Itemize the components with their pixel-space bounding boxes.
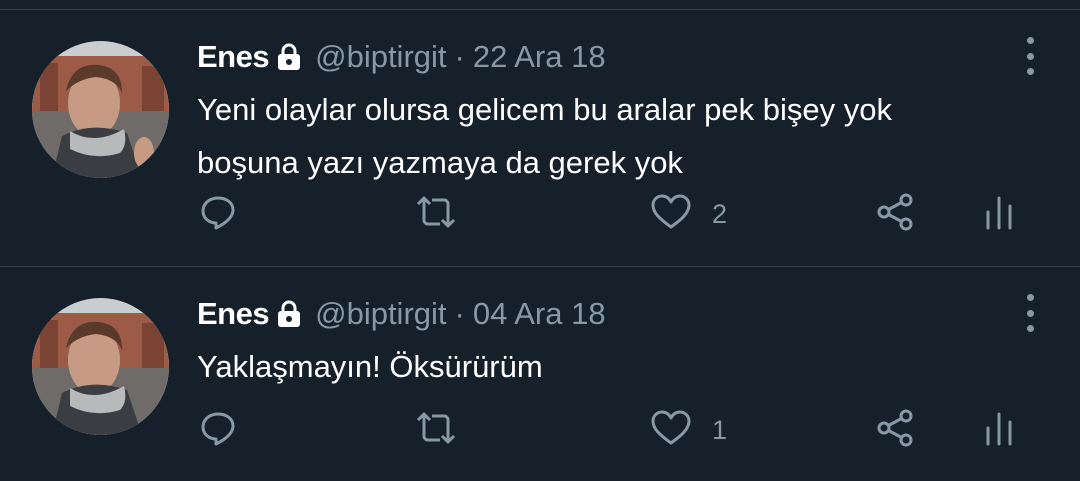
separator-dot: · [454, 296, 465, 331]
tweet-actions: 2 [0, 189, 1080, 239]
more-icon[interactable] [1020, 294, 1040, 332]
tweet-date[interactable]: 04 Ara 18 [473, 296, 606, 332]
reply-button[interactable] [200, 405, 236, 455]
views-icon [984, 192, 1014, 237]
share-button[interactable] [876, 189, 916, 239]
user-handle[interactable]: @biptirgit [315, 39, 446, 75]
share-icon [876, 408, 916, 453]
views-button[interactable] [984, 405, 1014, 455]
lock-icon [277, 300, 301, 328]
display-name[interactable]: Enes [197, 296, 270, 332]
tweet-item[interactable]: Enes @biptirgit · 22 Ara 18 Yeni olaylar… [0, 11, 1080, 267]
tweet-date[interactable]: 22 Ara 18 [473, 39, 606, 75]
retweet-icon [414, 410, 458, 451]
timeline-feed: Enes @biptirgit · 22 Ara 18 Yeni olaylar… [0, 0, 1080, 481]
tweet-header: Enes @biptirgit · 22 Ara 18 [197, 37, 606, 77]
like-button[interactable]: 1 [650, 405, 727, 455]
like-count: 1 [712, 414, 728, 445]
lock-icon [277, 43, 301, 71]
reply-icon [200, 194, 236, 235]
retweet-button[interactable] [414, 405, 458, 455]
retweet-button[interactable] [414, 189, 458, 239]
separator-dot: · [454, 39, 465, 74]
like-icon [650, 410, 692, 451]
tweet-header: Enes @biptirgit · 04 Ara 18 [197, 294, 606, 334]
tweet-text: Yaklaşmayın! Öksürürüm [197, 349, 543, 384]
share-icon [876, 192, 916, 237]
top-divider [0, 0, 1080, 10]
views-icon [984, 408, 1014, 453]
display-name[interactable]: Enes [197, 39, 270, 75]
like-button[interactable]: 2 [650, 189, 727, 239]
avatar[interactable] [32, 41, 169, 178]
views-button[interactable] [984, 189, 1014, 239]
more-icon[interactable] [1020, 37, 1040, 75]
reply-button[interactable] [200, 189, 236, 239]
share-button[interactable] [876, 405, 916, 455]
user-handle[interactable]: @biptirgit [315, 296, 446, 332]
like-count: 2 [712, 198, 728, 229]
reply-icon [200, 410, 236, 451]
retweet-icon [414, 194, 458, 235]
tweet-text: Yeni olaylar olursa gelicem bu aralar pe… [197, 92, 893, 180]
like-icon [650, 194, 692, 235]
tweet-item[interactable]: Enes @biptirgit · 04 Ara 18 Yaklaşmayın!… [0, 268, 1080, 481]
tweet-actions: 1 [0, 405, 1080, 455]
